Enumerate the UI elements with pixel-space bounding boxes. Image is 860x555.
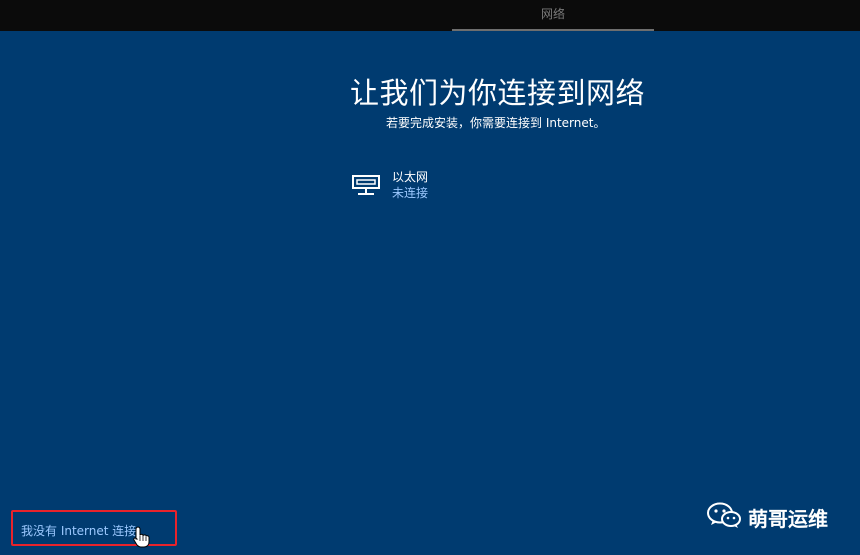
tab-network: 网络	[452, 0, 654, 31]
oobe-screen: 网络 让我们为你连接到网络 若要完成安装，你需要连接到 Internet。 以太…	[0, 0, 860, 555]
page-subtitle: 若要完成安装，你需要连接到 Internet。	[386, 116, 606, 130]
wechat-icon	[707, 502, 741, 528]
network-name: 以太网	[392, 170, 429, 184]
no-internet-label: 我没有 Internet 连接	[21, 524, 137, 538]
watermark-text: 萌哥运维	[748, 507, 828, 531]
hand-cursor-icon	[133, 526, 150, 548]
no-internet-link[interactable]: 我没有 Internet 连接	[11, 510, 177, 548]
network-item-ethernet[interactable]: 以太网 未连接	[350, 165, 550, 205]
network-status: 未连接	[392, 186, 429, 200]
ethernet-icon	[352, 175, 380, 195]
top-bar: 网络	[0, 0, 860, 31]
page-title: 让我们为你连接到网络	[350, 76, 646, 110]
